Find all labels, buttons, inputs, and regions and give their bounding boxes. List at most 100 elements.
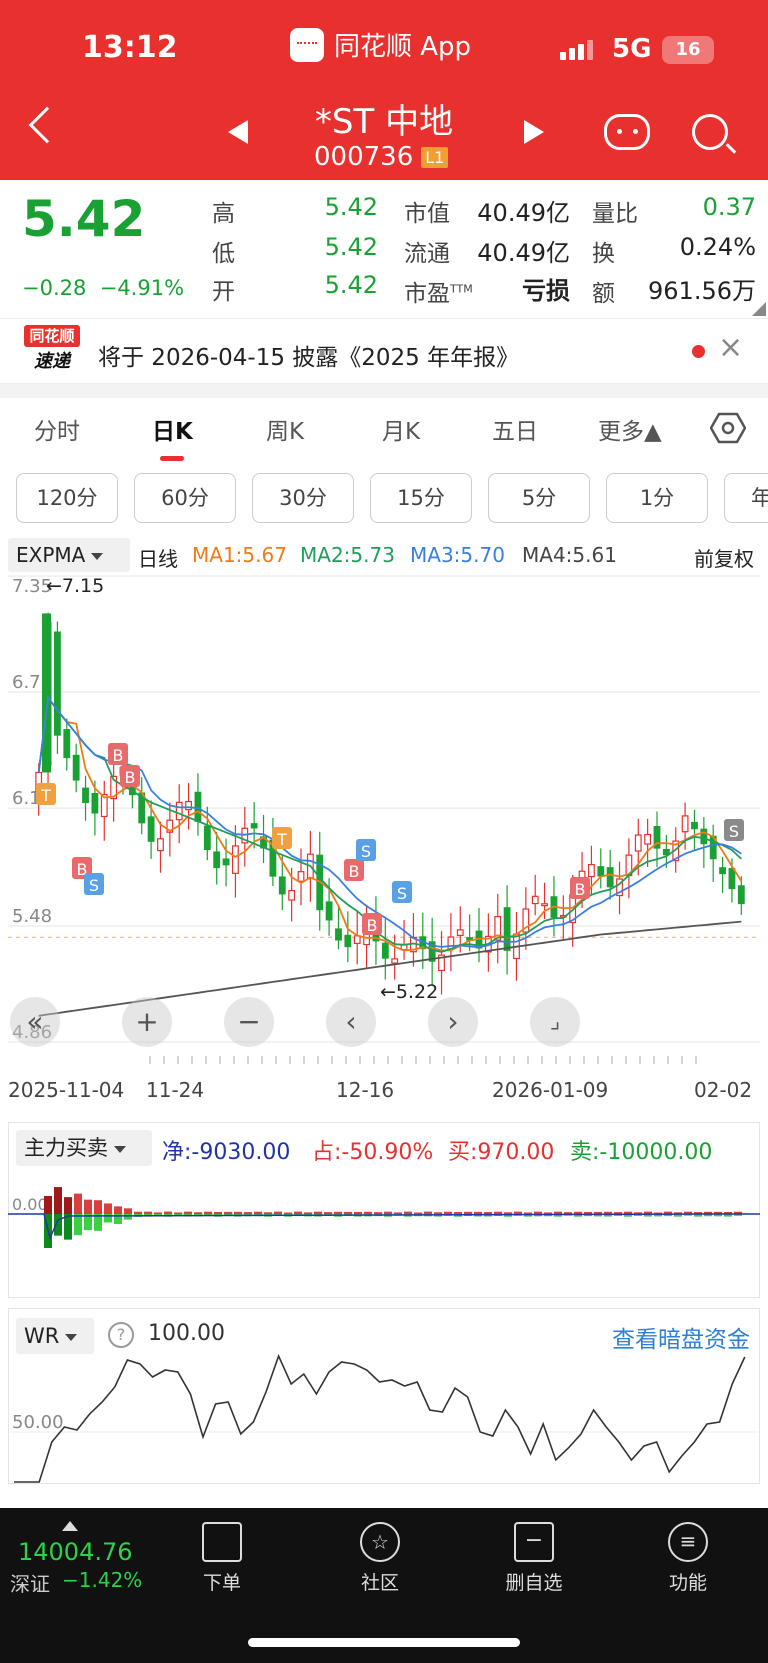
tab-five-day[interactable]: 五日 (492, 412, 538, 446)
fund-buy-bar (514, 1211, 522, 1214)
fund-flow-selector[interactable]: 主力买卖 (16, 1130, 152, 1166)
fund-buy-bar (534, 1211, 542, 1214)
open-label: 开 (212, 279, 235, 305)
ma4-value: MA4:5.61 (522, 543, 617, 567)
period-60m-button[interactable]: 60分 (134, 473, 236, 523)
scroll-left-icon[interactable]: ‹ (326, 997, 376, 1047)
collapse-left-icon[interactable]: « (10, 997, 60, 1047)
nav-community[interactable]: ☆ 社区 (340, 1522, 420, 1595)
expand-corner-icon[interactable] (752, 302, 766, 316)
news-banner[interactable]: 同花顺 速递 将于 2026-04-15 披露《2025 年年报》 (0, 318, 768, 384)
trade-marker-label: S (89, 876, 99, 895)
scroll-right-icon[interactable]: › (428, 997, 478, 1047)
fund-buy-bar (554, 1211, 562, 1214)
dropdown-caret-icon (65, 1333, 78, 1341)
tab-intraday[interactable]: 分时 (34, 412, 80, 446)
candle-body (42, 613, 51, 773)
stock-code-row: 000736 L1 (314, 142, 449, 172)
nav-order[interactable]: 下单 (182, 1522, 262, 1595)
period-15m-button[interactable]: 15分 (370, 473, 472, 523)
y-tick-label: 5.48 (12, 906, 52, 927)
trade-marker-label: S (361, 842, 371, 861)
date-label-2: 11-24 (146, 1078, 205, 1102)
fund-buy-bar (74, 1193, 82, 1214)
expand-up-icon[interactable] (62, 1521, 78, 1531)
ma3-value: MA3:5.70 (410, 543, 505, 567)
fund-buy-bar (414, 1212, 422, 1214)
turnover-value: 0.24% (679, 233, 756, 261)
robot-icon[interactable] (604, 114, 650, 150)
zoom-in-icon[interactable]: + (122, 997, 172, 1047)
zoom-out-icon[interactable]: − (224, 997, 274, 1047)
dropdown-caret-icon (114, 1145, 126, 1153)
candle-body (213, 851, 221, 869)
minus-box-icon: − (514, 1522, 554, 1562)
candle-body (728, 868, 736, 890)
search-icon[interactable] (692, 114, 728, 150)
news-logo-bottom: 速递 (34, 351, 70, 372)
fund-buy-bar (364, 1211, 372, 1214)
news-text: 将于 2026-04-15 披露《2025 年年报》 (98, 345, 520, 371)
help-icon[interactable]: ? (108, 1322, 134, 1348)
period-120m-button[interactable]: 120分 (16, 473, 118, 523)
period-1m-button[interactable]: 1分 (606, 473, 708, 523)
fullscreen-icon[interactable]: ⌟ (530, 997, 580, 1047)
fund-buy-bar (234, 1211, 242, 1214)
candle-body (456, 929, 464, 936)
ma-row: 日线 MA1:5.67 MA2:5.73 MA3:5.70 MA4:5.61 前… (0, 538, 768, 572)
candle-body (82, 787, 89, 804)
ma-line (37, 695, 742, 953)
candle-body (541, 903, 548, 907)
fund-buy-bar (304, 1212, 312, 1214)
pe-label: 市盈TTM (404, 274, 473, 308)
amount-label: 额 (592, 281, 615, 307)
date-label-1: 2025-11-04 (8, 1078, 125, 1102)
fund-buy-bar (124, 1208, 132, 1214)
fund-buy-bar (174, 1212, 182, 1214)
news-logo: 同花顺 速递 (24, 325, 80, 377)
fund-buy-bar (454, 1212, 462, 1214)
nav-functions[interactable]: ≡ 功能 (648, 1522, 728, 1595)
period-5m-button[interactable]: 5分 (488, 473, 590, 523)
low-value: 5.42 (324, 233, 378, 261)
adjust-mode[interactable]: 前复权 (694, 543, 754, 572)
tab-daily-k[interactable]: 日K (152, 412, 193, 446)
star-icon: ☆ (360, 1522, 400, 1562)
fund-buy-bar (374, 1212, 382, 1214)
period-year-button[interactable]: 年 (724, 473, 768, 523)
fund-buy-bar (194, 1212, 202, 1214)
nav-community-label: 社区 (360, 1572, 399, 1594)
fund-sell: 卖:-10000.00 (570, 1140, 713, 1165)
nav-remove-watchlist[interactable]: − 删自选 (494, 1522, 574, 1595)
wr-chart: 50.00 (8, 1353, 760, 1483)
date-label-3: 12-16 (336, 1078, 395, 1102)
fund-buy-bar (314, 1211, 322, 1214)
close-icon[interactable]: × (718, 333, 743, 363)
app-logo-icon (290, 27, 324, 62)
trade-marker-label: B (367, 916, 378, 935)
fund-buy-bar (164, 1211, 172, 1214)
vr-label: 量比 (592, 201, 638, 227)
candle-body (325, 901, 333, 921)
period-30m-button[interactable]: 30分 (252, 473, 354, 523)
tab-more[interactable]: 更多▲ (598, 412, 662, 446)
current-price: 5.42 (22, 190, 146, 248)
dark-pool-link[interactable]: 查看暗盘资金 (612, 1320, 750, 1354)
index-name: 深证 (10, 1572, 50, 1596)
fund-buy-bar (254, 1211, 262, 1214)
trade-marker-label: T (40, 786, 51, 805)
index-value[interactable]: 14004.76 (18, 1538, 133, 1566)
fund-sell-bar (124, 1214, 132, 1220)
mcap-label: 市值 (404, 201, 450, 227)
fund-buy-bar (94, 1200, 102, 1214)
fund-buy-bar (504, 1212, 512, 1214)
wr-value: 100.00 (148, 1321, 225, 1346)
tab-weekly-k[interactable]: 周K (266, 412, 304, 446)
fund-sell-bar (74, 1214, 82, 1236)
kline-chart[interactable]: 7.356.736.115.484.86←7.15←5.22TBBBSTBSBS… (0, 572, 768, 1072)
settings-hexagon-icon[interactable] (710, 410, 746, 446)
wr-selector[interactable]: WR (16, 1318, 94, 1354)
kline-kind: 日线 (138, 547, 178, 571)
app-badge[interactable]: 同花顺 App (290, 26, 471, 63)
tab-monthly-k[interactable]: 月K (382, 412, 420, 446)
